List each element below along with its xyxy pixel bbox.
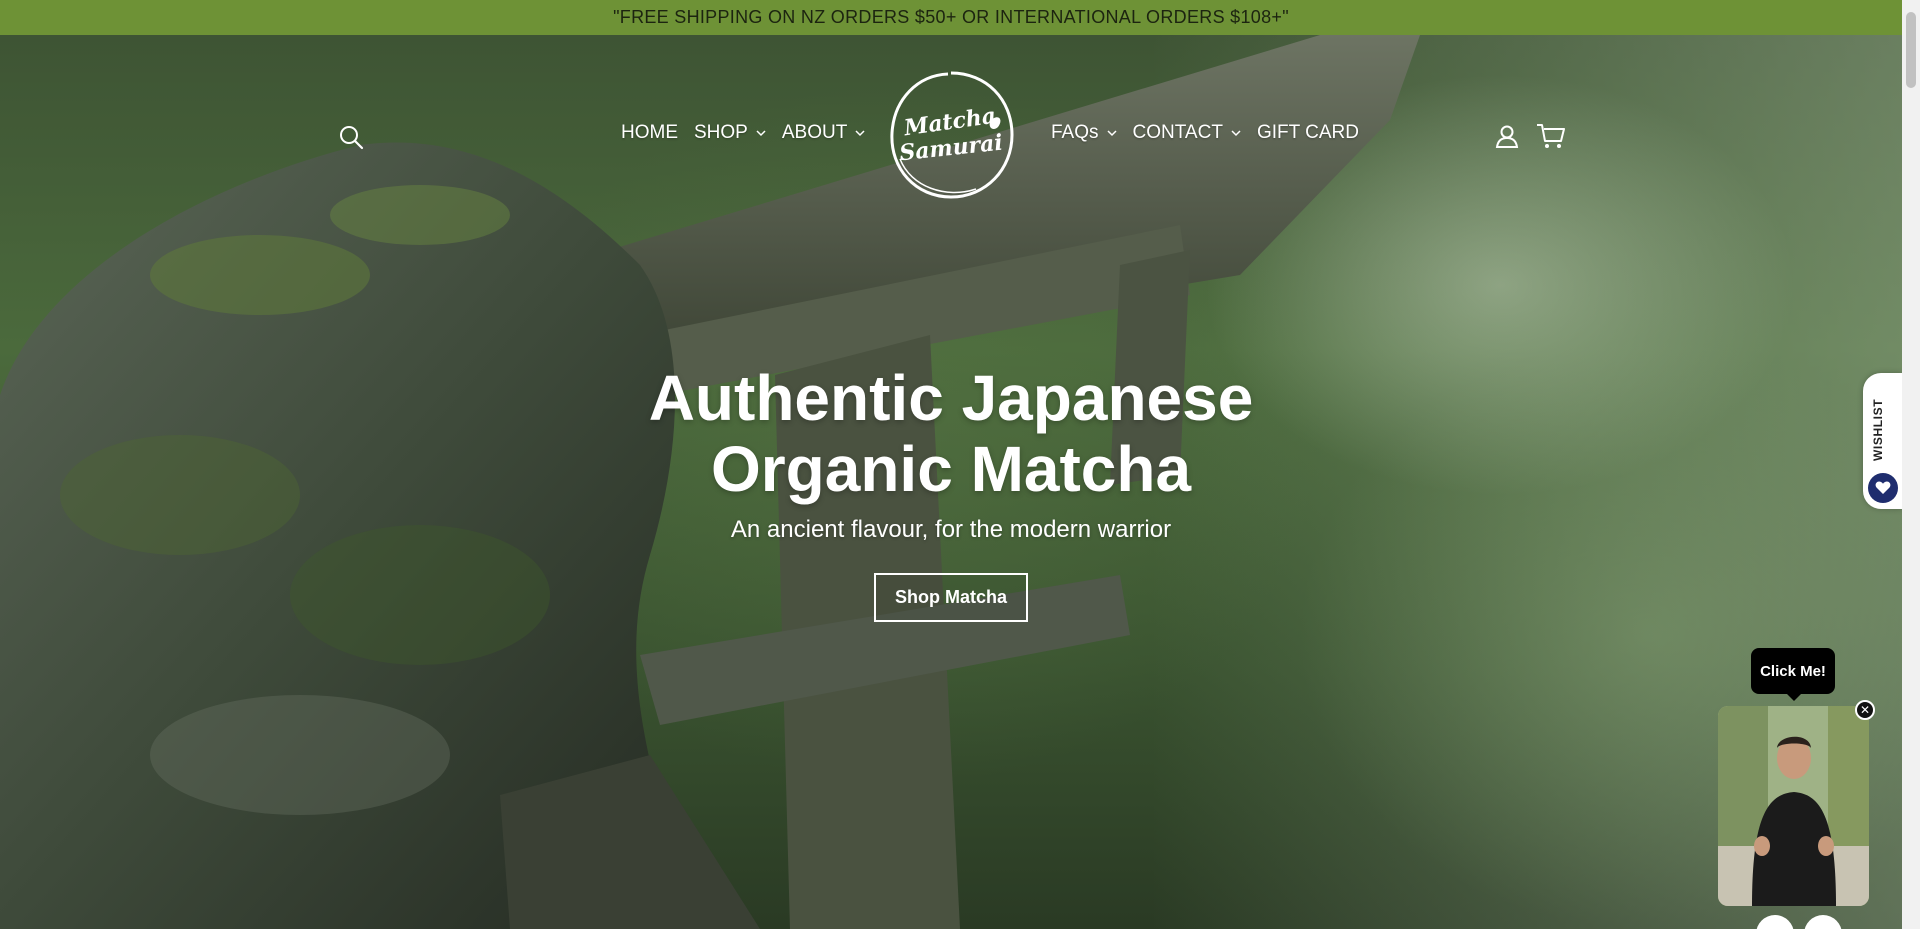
site-logo[interactable]: Matcha Samurai — [886, 69, 1016, 201]
hero-title-line-1: Authentic Japanese — [648, 362, 1254, 434]
wishlist-label: WISHLIST — [1871, 398, 1885, 461]
hero-title-line-2: Organic Matcha — [710, 433, 1192, 505]
scrollbar-track[interactable] — [1902, 0, 1920, 929]
video-thumbnail[interactable] — [1718, 706, 1869, 906]
nav-contact[interactable]: CONTACT — [1133, 122, 1241, 144]
heart-icon — [1868, 473, 1898, 503]
chevron-down-icon — [855, 130, 865, 137]
chevron-down-icon — [1231, 130, 1241, 137]
nav-home[interactable]: HOME — [621, 122, 678, 144]
nav-about[interactable]: ABOUT — [782, 122, 865, 144]
scrollbar-thumb[interactable] — [1906, 12, 1916, 88]
chevron-down-icon — [1106, 130, 1117, 137]
nav-gift-card-label: GIFT CARD — [1256, 122, 1359, 143]
search-icon[interactable] — [338, 124, 364, 150]
close-icon[interactable]: ✕ — [1855, 700, 1875, 720]
nav-about-label: ABOUT — [781, 122, 848, 143]
hero-title: Authentic Japanese Organic Matcha — [0, 363, 1902, 505]
nav-gift-card[interactable]: GIFT CARD — [1257, 122, 1359, 144]
nav-shop-label: SHOP — [694, 122, 748, 143]
announcement-bar: "FREE SHIPPING ON NZ ORDERS $50+ OR INTE… — [0, 0, 1902, 35]
account-icon[interactable] — [1494, 123, 1520, 149]
cart-icon[interactable] — [1536, 122, 1566, 150]
chevron-down-icon — [756, 130, 766, 137]
nav-faqs[interactable]: FAQs — [1051, 122, 1117, 144]
click-me-prompt[interactable]: Click Me! — [1751, 648, 1835, 701]
announcement-text: "FREE SHIPPING ON NZ ORDERS $50+ OR INTE… — [613, 7, 1289, 27]
nav-left: HOME SHOP ABOUT — [621, 122, 881, 144]
shop-matcha-button[interactable]: Shop Matcha — [874, 573, 1028, 622]
nav-faqs-label: FAQs — [1051, 122, 1099, 143]
nav-shop[interactable]: SHOP — [694, 122, 766, 144]
nav-contact-label: CONTACT — [1132, 122, 1223, 143]
nav-home-label: HOME — [621, 122, 678, 143]
wishlist-tab[interactable]: WISHLIST — [1863, 373, 1902, 509]
hero-subtitle: An ancient flavour, for the modern warri… — [730, 516, 1172, 543]
nav-right: FAQs CONTACT GIFT CARD — [1051, 122, 1375, 144]
video-person-image — [1718, 706, 1869, 906]
